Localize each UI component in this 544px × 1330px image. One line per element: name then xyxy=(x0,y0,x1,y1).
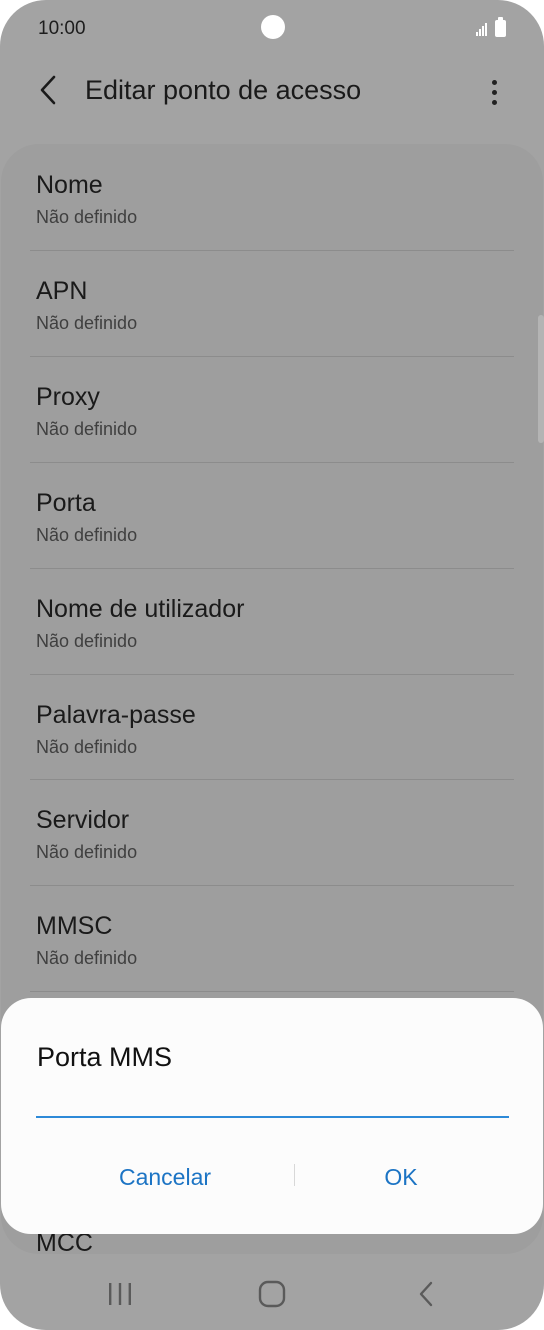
list-item-palavra-passe[interactable]: Palavra-passe Não definido xyxy=(30,674,514,780)
status-time: 10:00 xyxy=(38,18,86,39)
battery-icon xyxy=(495,17,506,37)
list-item-porta[interactable]: Porta Não definido xyxy=(30,462,514,568)
scrollbar-thumb[interactable] xyxy=(538,315,544,443)
list-item-proxy[interactable]: Proxy Não definido xyxy=(30,356,514,462)
item-value: Não definido xyxy=(36,842,138,862)
item-value: Não definido xyxy=(36,631,138,651)
list-item-servidor[interactable]: Servidor Não definido xyxy=(30,779,514,885)
item-title: Nome xyxy=(36,171,103,199)
item-value: Não definido xyxy=(36,737,138,757)
back-icon xyxy=(419,1281,433,1307)
porta-mms-dialog: Porta MMS Cancelar OK xyxy=(1,998,543,1234)
item-title: Nome de utilizador xyxy=(36,595,245,623)
page-title: Editar ponto de acesso xyxy=(85,75,362,105)
signal-icon xyxy=(476,22,490,41)
item-title: APN xyxy=(36,277,88,305)
more-vertical-icon-dot xyxy=(491,99,497,105)
item-title: MMSC xyxy=(36,912,113,940)
phone-screen: 10:00 Editar ponto de acesso Nome Não de… xyxy=(0,0,544,1330)
list-item-apn[interactable]: APN Não definido xyxy=(30,250,514,356)
list-item-nome[interactable]: Nome Não definido xyxy=(30,144,514,250)
divider xyxy=(30,991,514,992)
item-title: Porta xyxy=(36,489,96,517)
navigation-bar xyxy=(0,1260,544,1330)
item-title: Palavra-passe xyxy=(36,701,196,729)
item-value: Não definido xyxy=(36,313,138,333)
back-button[interactable] xyxy=(30,72,66,108)
home-icon xyxy=(258,1280,286,1308)
list-item-mmsc[interactable]: MMSC Não definido xyxy=(30,885,514,991)
nav-back-button[interactable] xyxy=(404,1276,448,1312)
item-value: Não definido xyxy=(36,207,138,227)
button-separator xyxy=(294,1164,295,1186)
item-value: Não definido xyxy=(36,525,138,545)
chevron-left-icon xyxy=(40,75,56,105)
item-title: Servidor xyxy=(36,806,130,834)
ok-button[interactable]: OK xyxy=(301,1154,501,1200)
item-title: Proxy xyxy=(36,383,100,411)
more-vertical-icon-dot xyxy=(491,79,497,85)
dialog-title: Porta MMS xyxy=(37,1042,173,1072)
app-header: Editar ponto de acesso xyxy=(0,60,544,130)
more-options-button[interactable] xyxy=(476,72,512,112)
status-bar: 10:00 xyxy=(0,0,544,60)
home-button[interactable] xyxy=(250,1276,294,1312)
recents-button[interactable] xyxy=(98,1276,142,1312)
recents-icon xyxy=(109,1283,131,1305)
front-camera xyxy=(261,15,285,39)
item-value: Não definido xyxy=(36,419,138,439)
list-item-nome-de-utilizador[interactable]: Nome de utilizador Não definido xyxy=(30,568,514,674)
cancel-button[interactable]: Cancelar xyxy=(65,1154,265,1200)
porta-mms-input[interactable] xyxy=(36,1086,509,1118)
item-value: Não definido xyxy=(36,948,138,968)
more-vertical-icon-dot xyxy=(491,89,497,95)
